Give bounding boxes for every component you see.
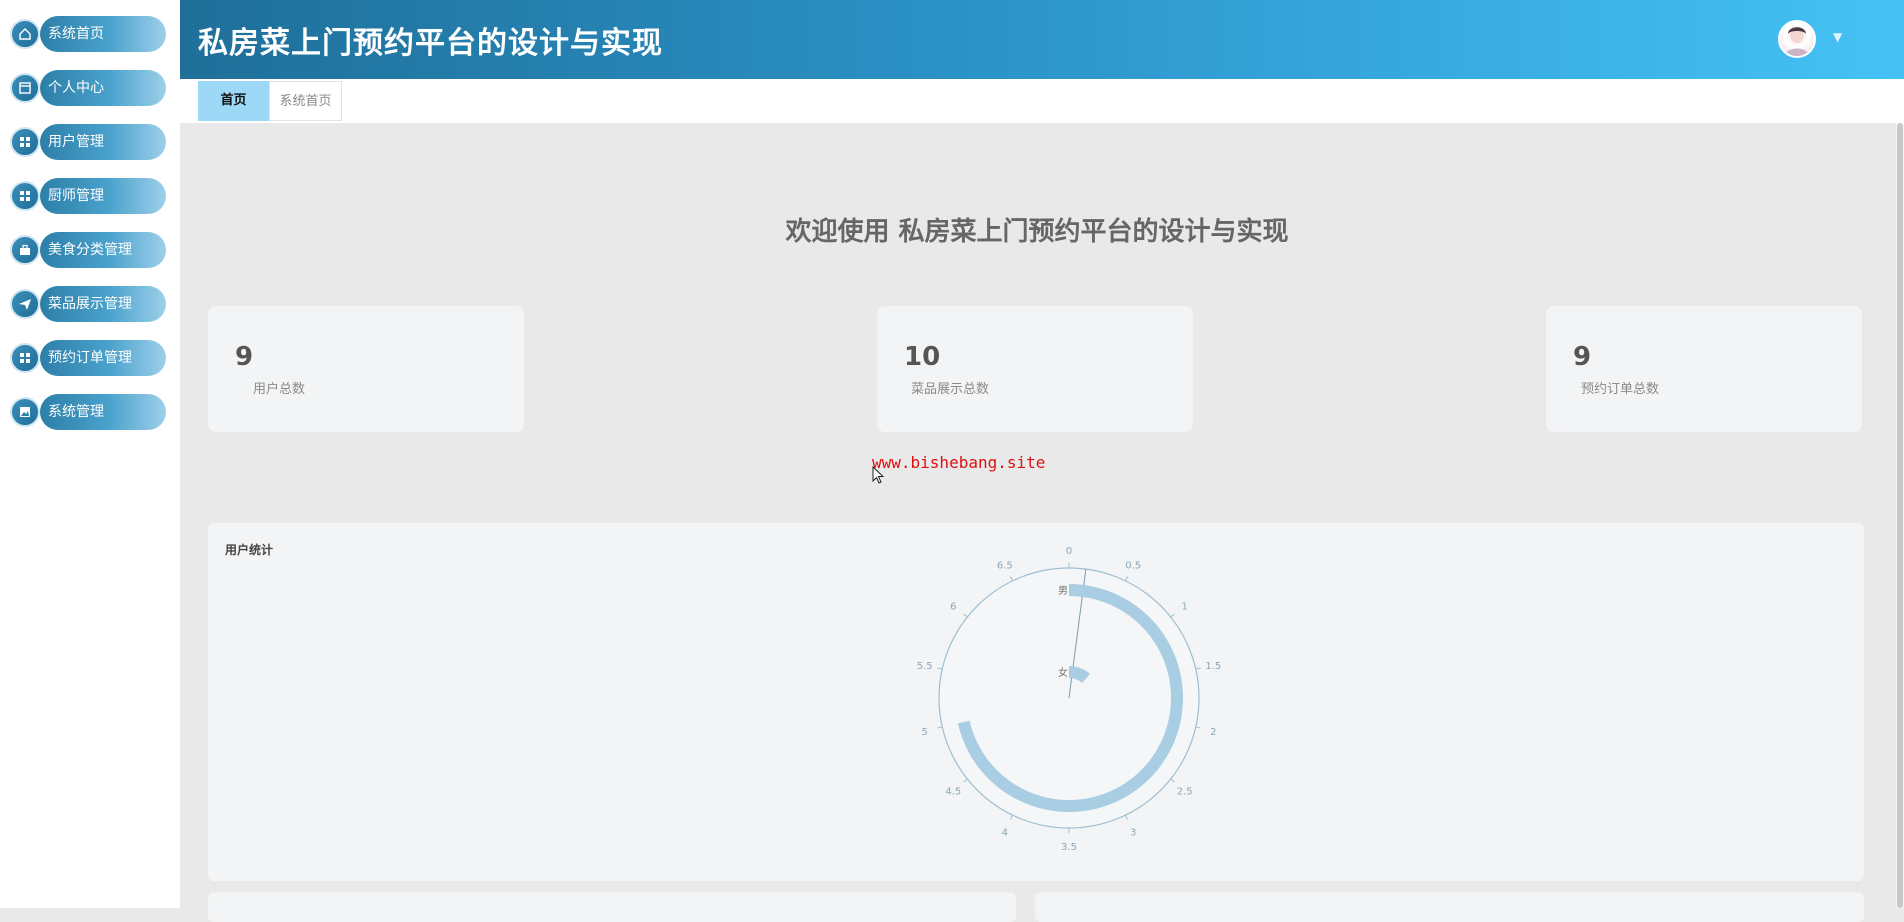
category-label: 女 (1058, 666, 1068, 679)
watermark-text: www.bishebang.site (872, 453, 1046, 472)
tabs-bar: 首页 系统首页 (180, 79, 1904, 123)
sidebar-item-label: 系统首页 (40, 16, 166, 52)
stat-label: 预约订单总数 (1581, 382, 1660, 397)
angle-tick-label: 6 (950, 602, 956, 613)
angle-tick-label: 5.5 (917, 661, 933, 672)
bottom-card-left (208, 892, 1016, 922)
grid-icon (10, 343, 40, 373)
angle-tick-label: 0 (1066, 546, 1072, 557)
main-content: 欢迎使用 私房菜上门预约平台的设计与实现 9 用户总数 10 菜品展示总数 9 … (180, 123, 1894, 922)
user-stats-chart-card: 用户统计 0 0.5 1 1.5 2 2.5 3 3.5 4 4.5 5 5.5 6 6.5 男女 (208, 523, 1864, 881)
stat-card-users: 9 用户总数 (208, 306, 524, 432)
scrollbar[interactable] (1896, 123, 1904, 908)
briefcase-icon (10, 235, 40, 265)
stat-card-orders: 9 预约订单总数 (1546, 306, 1862, 432)
sidebar-item-food-category[interactable]: 美食分类管理 (8, 231, 166, 269)
angle-tick (1124, 576, 1129, 582)
sidebar-item-label: 用户管理 (40, 124, 166, 160)
chevron-down-icon[interactable]: ▼ (1833, 30, 1842, 44)
grid-icon (10, 181, 40, 211)
window-icon (10, 73, 40, 103)
sidebar-item-system[interactable]: 系统管理 (8, 393, 166, 431)
sidebar-item-orders[interactable]: 预约订单管理 (8, 339, 166, 377)
welcome-heading: 欢迎使用 私房菜上门预约平台的设计与实现 (785, 217, 1289, 247)
sidebar-item-profile[interactable]: 个人中心 (8, 69, 166, 107)
angle-tick (1009, 814, 1014, 820)
angle-tick (963, 613, 968, 618)
angle-tick-label: 5 (922, 727, 928, 738)
app-title: 私房菜上门预约平台的设计与实现 (198, 26, 663, 61)
sidebar-item-label: 美食分类管理 (40, 232, 166, 268)
sidebar-item-label: 预约订单管理 (40, 340, 166, 376)
sidebar-item-label: 厨师管理 (40, 178, 166, 214)
sidebar-item-chefs[interactable]: 厨师管理 (8, 177, 166, 215)
stat-card-dishes: 10 菜品展示总数 (877, 306, 1193, 432)
scrollbar-thumb[interactable] (1897, 123, 1903, 908)
angle-tick (1170, 778, 1175, 783)
top-header: 私房菜上门预约平台的设计与实现 ▼ (180, 0, 1904, 79)
angle-tick (963, 778, 968, 783)
stat-value: 9 (235, 342, 254, 372)
angle-tick (1195, 667, 1201, 670)
angle-tick (1195, 726, 1201, 729)
stat-value: 10 (904, 342, 941, 372)
angle-tick-label: 6.5 (997, 561, 1013, 572)
paper-plane-icon (10, 289, 40, 319)
stat-label: 菜品展示总数 (911, 382, 990, 397)
home-icon (10, 19, 40, 49)
angle-tick-label: 4 (1002, 827, 1008, 838)
angle-tick (1124, 814, 1129, 820)
angle-tick-label: 1.5 (1205, 661, 1221, 672)
angle-tick-label: 2 (1210, 727, 1216, 738)
polar-bar-chart: 0 0.5 1 1.5 2 2.5 3 3.5 4 4.5 5 5.5 6 6.5 男女 (917, 546, 1221, 853)
sidebar-item-home[interactable]: 系统首页 (8, 15, 166, 53)
category-label: 男 (1058, 585, 1068, 597)
mouse-cursor-icon (872, 466, 885, 484)
angle-tick-label: 1 (1182, 602, 1188, 613)
angle-tick-label: 0.5 (1125, 561, 1141, 572)
stat-value: 9 (1573, 342, 1592, 372)
angle-tick-label: 2.5 (1177, 786, 1193, 797)
sidebar-item-users[interactable]: 用户管理 (8, 123, 166, 161)
bottom-card-right (1035, 892, 1864, 922)
stat-label: 用户总数 (253, 382, 306, 397)
tab-system-home[interactable]: 系统首页 (269, 81, 342, 121)
tab-home[interactable]: 首页 (198, 81, 269, 121)
sidebar-item-label: 菜品展示管理 (40, 286, 166, 322)
angle-tick (937, 726, 943, 729)
angle-tick-label: 4.5 (945, 786, 961, 797)
angle-tick (1009, 576, 1014, 582)
angle-tick (1170, 613, 1175, 618)
sidebar-item-label: 系统管理 (40, 394, 166, 430)
sidebar: 系统首页 个人中心 用户管理 厨师管理 美食分类管理 菜品展示管理 预约订单管理… (0, 0, 180, 908)
angle-tick-label: 3.5 (1061, 842, 1077, 853)
image-icon (10, 397, 40, 427)
grid-icon (10, 127, 40, 157)
sidebar-item-dishes[interactable]: 菜品展示管理 (8, 285, 166, 323)
avatar[interactable] (1778, 20, 1816, 58)
angle-tick (937, 667, 943, 670)
angle-tick-label: 3 (1130, 827, 1136, 838)
sidebar-item-label: 个人中心 (40, 70, 166, 106)
